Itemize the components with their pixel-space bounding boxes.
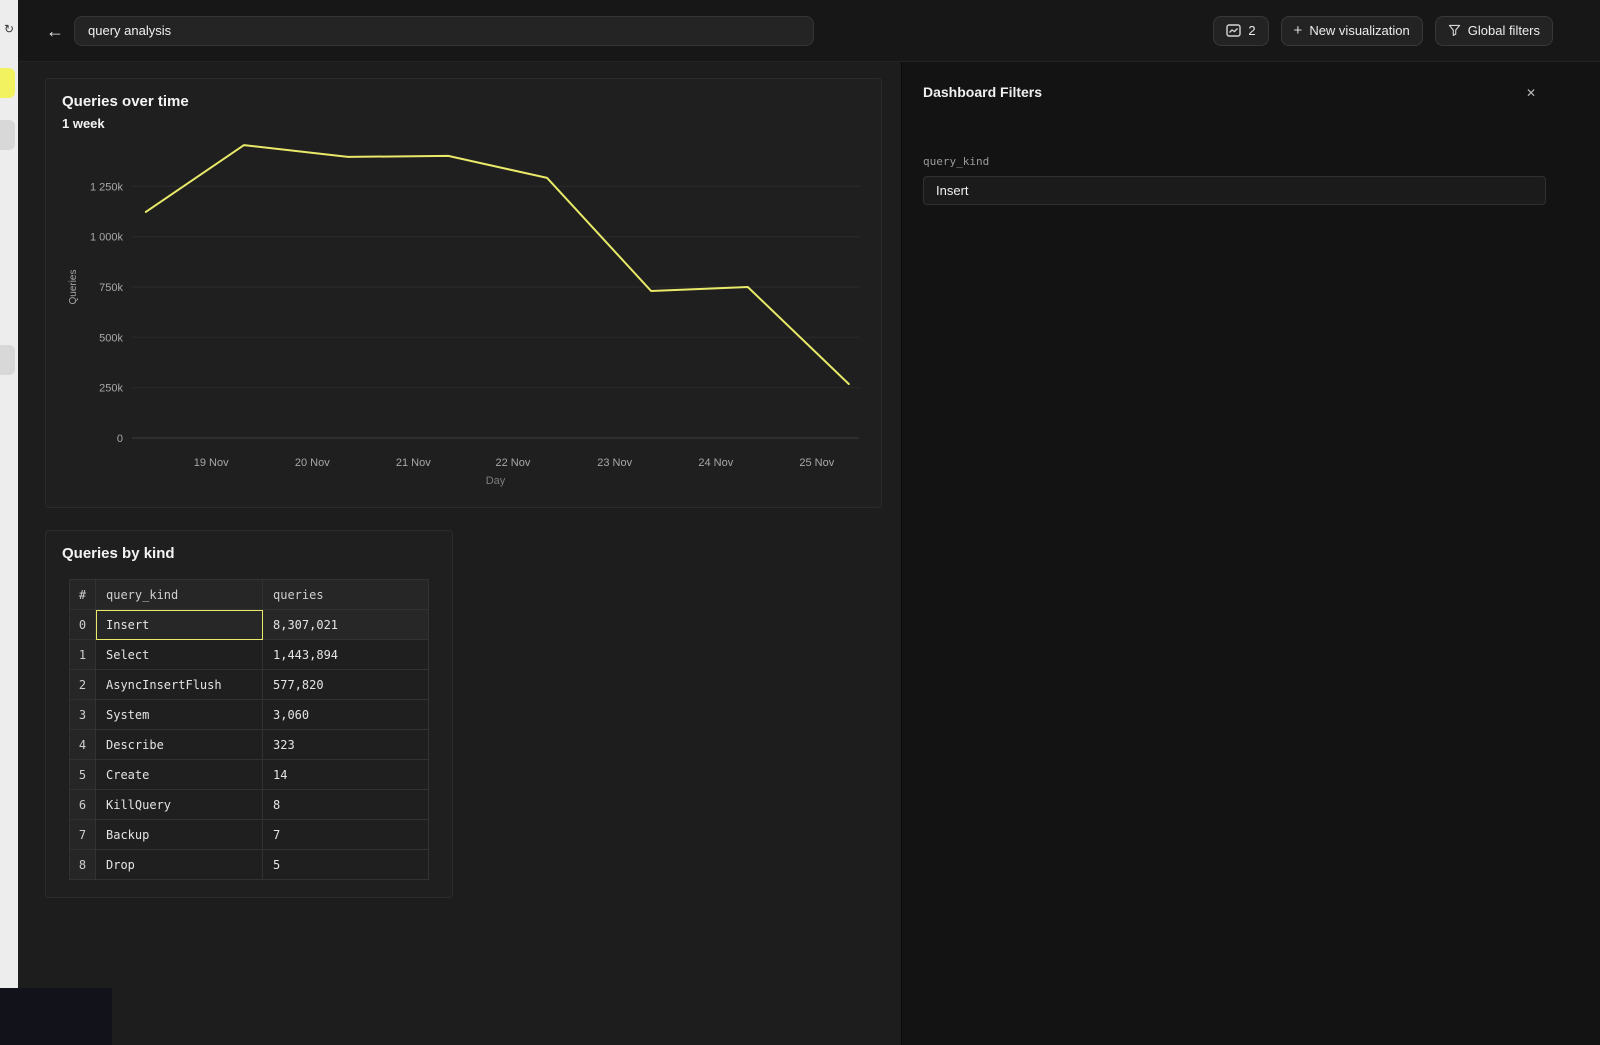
table-cell[interactable]: 5 bbox=[263, 850, 429, 880]
table-cell[interactable]: 14 bbox=[263, 760, 429, 790]
query-kind-filter-input[interactable] bbox=[923, 176, 1546, 205]
topbar-actions: 2 + New visualization Global filters bbox=[1213, 16, 1553, 46]
left-rail: ↻ bbox=[0, 0, 18, 1045]
table-cell[interactable]: 8,307,021 bbox=[263, 610, 429, 640]
rail-item[interactable] bbox=[0, 120, 15, 150]
x-tick-label: 24 Nov bbox=[698, 457, 733, 469]
app: ↻ ← 2 + New visualization bbox=[0, 0, 1600, 1045]
table-row: 1Select1,443,894 bbox=[70, 640, 429, 670]
x-axis-title: Day bbox=[486, 475, 506, 487]
column-header[interactable]: # bbox=[70, 580, 96, 610]
queries-chart[interactable]: 1 250k 1 000k 750k 500k 250k 0 19 Nov 20 Nov 21 … bbox=[46, 131, 883, 496]
new-visualization-label: New visualization bbox=[1309, 23, 1409, 38]
column-header[interactable]: query_kind bbox=[96, 580, 263, 610]
table-cell[interactable]: Insert bbox=[96, 610, 263, 640]
global-filters-button[interactable]: Global filters bbox=[1435, 16, 1553, 46]
table-row: 4Describe323 bbox=[70, 730, 429, 760]
row-index-cell[interactable]: 1 bbox=[70, 640, 96, 670]
x-tick-label: 23 Nov bbox=[597, 457, 632, 469]
table-cell[interactable]: Drop bbox=[96, 850, 263, 880]
row-index-cell[interactable]: 8 bbox=[70, 850, 96, 880]
refresh-icon[interactable]: ↻ bbox=[0, 22, 18, 36]
table-cell[interactable]: 8 bbox=[263, 790, 429, 820]
y-axis-title: Queries bbox=[68, 269, 79, 304]
visualization-icon bbox=[1226, 24, 1241, 37]
y-tick-label: 250k bbox=[99, 383, 123, 395]
queries-table-body: 0Insert8,307,0211Select1,443,8942AsyncIn… bbox=[70, 610, 429, 880]
y-tick-label: 0 bbox=[117, 433, 123, 445]
table-cell[interactable]: System bbox=[96, 700, 263, 730]
x-tick-label: 21 Nov bbox=[396, 457, 431, 469]
row-index-cell[interactable]: 0 bbox=[70, 610, 96, 640]
table-row: 3System3,060 bbox=[70, 700, 429, 730]
row-index-cell[interactable]: 3 bbox=[70, 700, 96, 730]
visualization-count-button[interactable]: 2 bbox=[1213, 16, 1268, 46]
visualization-count: 2 bbox=[1248, 23, 1255, 38]
table-row: 2AsyncInsertFlush577,820 bbox=[70, 670, 429, 700]
table-cell[interactable]: AsyncInsertFlush bbox=[96, 670, 263, 700]
y-tick-label: 1 250k bbox=[90, 181, 124, 193]
rail-item-active[interactable] bbox=[0, 68, 15, 98]
row-index-cell[interactable]: 5 bbox=[70, 760, 96, 790]
y-tick-label: 1 000k bbox=[90, 232, 124, 244]
close-icon[interactable]: ✕ bbox=[1522, 82, 1540, 104]
x-tick-label: 22 Nov bbox=[495, 457, 530, 469]
table-cell[interactable]: Select bbox=[96, 640, 263, 670]
table-cell[interactable]: 1,443,894 bbox=[263, 640, 429, 670]
filter-field-label: query_kind bbox=[923, 155, 989, 168]
table-row: 5Create14 bbox=[70, 760, 429, 790]
table-cell[interactable]: Describe bbox=[96, 730, 263, 760]
table-row: 8Drop5 bbox=[70, 850, 429, 880]
new-visualization-button[interactable]: + New visualization bbox=[1281, 16, 1423, 46]
row-index-cell[interactable]: 7 bbox=[70, 820, 96, 850]
bottom-left-panel bbox=[0, 988, 112, 1045]
filters-panel-title: Dashboard Filters bbox=[923, 84, 1042, 100]
column-header[interactable]: queries bbox=[263, 580, 429, 610]
chart-title: Queries over time bbox=[62, 93, 189, 110]
x-tick-label: 25 Nov bbox=[799, 457, 834, 469]
table-cell[interactable]: 7 bbox=[263, 820, 429, 850]
dashboard-filters-panel: Dashboard Filters ✕ query_kind bbox=[901, 62, 1600, 1045]
table-row: 0Insert8,307,021 bbox=[70, 610, 429, 640]
y-tick-label: 750k bbox=[99, 282, 123, 294]
table-cell[interactable]: 3,060 bbox=[263, 700, 429, 730]
dashboard-canvas: Queries over time 1 week 1 250k1 000k750… bbox=[18, 62, 901, 1045]
y-tick-label: 500k bbox=[99, 332, 123, 344]
global-filters-label: Global filters bbox=[1468, 23, 1540, 38]
table-cell[interactable]: Create bbox=[96, 760, 263, 790]
plus-icon: + bbox=[1294, 23, 1303, 38]
back-button[interactable]: ← bbox=[42, 18, 68, 44]
chart-card[interactable]: Queries over time 1 week 1 250k 1 000k 750… bbox=[45, 78, 882, 508]
row-index-cell[interactable]: 2 bbox=[70, 670, 96, 700]
table-card[interactable]: Queries by kind #query_kindqueries 0Inse… bbox=[45, 530, 453, 898]
table-title: Queries by kind bbox=[62, 545, 175, 562]
table-row: 6KillQuery8 bbox=[70, 790, 429, 820]
row-index-cell[interactable]: 6 bbox=[70, 790, 96, 820]
filter-funnel-icon bbox=[1448, 24, 1461, 37]
row-index-cell[interactable]: 4 bbox=[70, 730, 96, 760]
queries-table-header-row: #query_kindqueries bbox=[70, 580, 429, 610]
x-tick-label: 20 Nov bbox=[295, 457, 330, 469]
dashboard-title-input[interactable] bbox=[74, 16, 814, 46]
table-cell[interactable]: 323 bbox=[263, 730, 429, 760]
queries-line-series[interactable] bbox=[146, 145, 849, 384]
rail-item[interactable] bbox=[0, 345, 15, 375]
chart-subtitle: 1 week bbox=[62, 116, 105, 131]
topbar: ← 2 + New visualization bbox=[18, 0, 1600, 62]
x-tick-label: 19 Nov bbox=[194, 457, 229, 469]
table-row: 7Backup7 bbox=[70, 820, 429, 850]
table-cell[interactable]: KillQuery bbox=[96, 790, 263, 820]
table-cell[interactable]: Backup bbox=[96, 820, 263, 850]
table-cell[interactable]: 577,820 bbox=[263, 670, 429, 700]
queries-table: #query_kindqueries 0Insert8,307,0211Sele… bbox=[69, 579, 429, 880]
